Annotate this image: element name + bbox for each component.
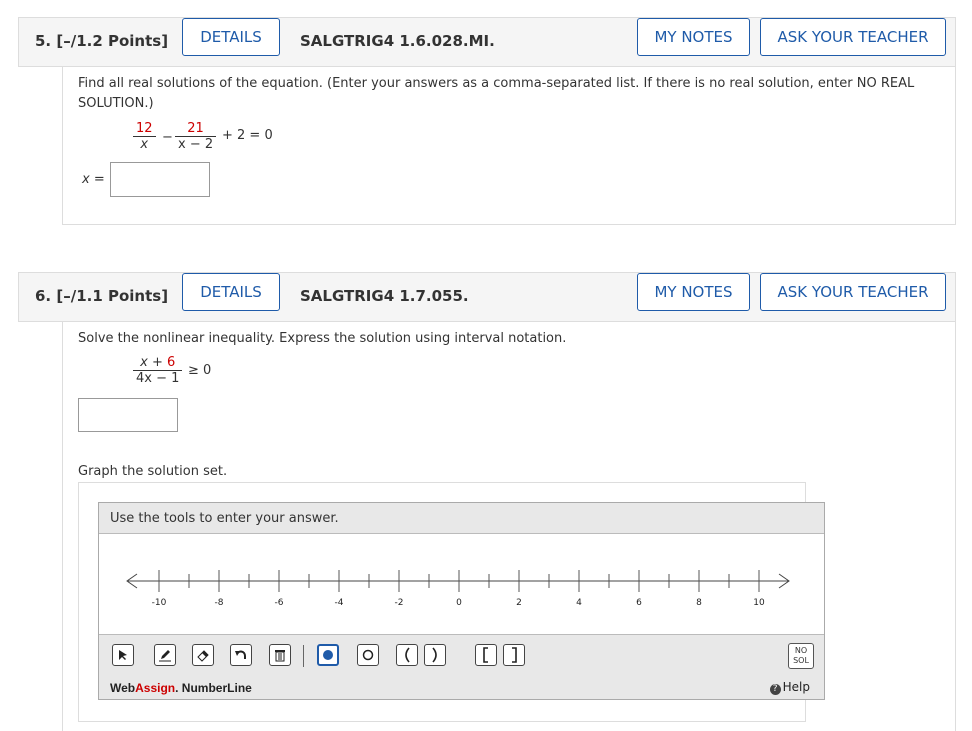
tick-label: 0 xyxy=(456,598,462,608)
closed-dot-icon[interactable] xyxy=(317,644,339,666)
tick-label: 8 xyxy=(696,598,702,608)
tick-label: 4 xyxy=(576,598,582,608)
q5-frac2: 21 x − 2 xyxy=(175,121,217,152)
numberline-instruction-bar: Use the tools to enter your answer. xyxy=(99,503,824,534)
pointer-icon[interactable] xyxy=(112,644,134,666)
q5-frac1: 12 x xyxy=(133,121,156,152)
webassign-logo: WebAssign. NumberLine xyxy=(110,681,252,695)
no-solution-button[interactable]: NO SOL xyxy=(788,643,814,669)
tick-label: -8 xyxy=(215,598,224,608)
q6-answer-input[interactable] xyxy=(78,398,178,432)
q6-header: 6. [–/1.1 Points] DETAILS SALGTRIG4 1.7.… xyxy=(18,272,956,322)
q6-prompt: Solve the nonlinear inequality. Express … xyxy=(78,331,567,346)
left-paren-icon[interactable] xyxy=(396,644,418,666)
q6-points: 6. [–/1.1 Points] xyxy=(35,287,169,305)
open-dot-icon[interactable] xyxy=(357,644,379,666)
q5-code: SALGTRIG4 1.6.028.MI. xyxy=(300,32,495,50)
eraser-icon[interactable] xyxy=(192,644,214,666)
undo-icon[interactable] xyxy=(230,644,252,666)
q6-my-notes-button[interactable]: MY NOTES xyxy=(637,273,750,311)
tick-label: 2 xyxy=(516,598,522,608)
left-bracket-icon[interactable] xyxy=(475,644,497,666)
q5-details-button[interactable]: DETAILS xyxy=(182,18,280,56)
right-bracket-icon[interactable] xyxy=(503,644,525,666)
help-link[interactable]: ? Help xyxy=(769,680,810,695)
toolbar-divider xyxy=(303,645,304,667)
numberline-instruction: Use the tools to enter your answer. xyxy=(110,511,339,526)
numberline-widget: Use the tools to enter your answer. -10-… xyxy=(98,502,825,700)
q5-answer-input[interactable] xyxy=(110,162,210,197)
q5-header: 5. [–/1.2 Points] DETAILS SALGTRIG4 1.6.… xyxy=(18,17,956,67)
q6-ask-teacher-button[interactable]: ASK YOUR TEACHER xyxy=(760,273,946,311)
numberline-footer: WebAssign. NumberLine ? Help xyxy=(99,676,824,699)
q5-ask-teacher-button[interactable]: ASK YOUR TEACHER xyxy=(760,18,946,56)
tick-label: -10 xyxy=(152,598,167,608)
q5-answer-label: x = xyxy=(82,172,105,187)
help-icon: ? xyxy=(769,684,781,695)
tick-label: -2 xyxy=(395,598,404,608)
numberline-toolbar: NO SOL xyxy=(99,634,824,679)
q6-details-button[interactable]: DETAILS xyxy=(182,273,280,311)
number-line-axis[interactable]: -10 -8 -6 -4 -2 0 2 4 6 8 10 xyxy=(99,534,824,634)
q5-eq-rest: + 2 = 0 xyxy=(222,128,273,143)
tick-label: 10 xyxy=(753,598,765,608)
q5-points: 5. [–/1.2 Points] xyxy=(35,32,169,50)
q6-code: SALGTRIG4 1.7.055. xyxy=(300,287,469,305)
tick-label: 6 xyxy=(636,598,642,608)
q5-prompt: Find all real solutions of the equation.… xyxy=(78,76,915,111)
q6-frac: x + 6 4x − 1 xyxy=(133,355,183,386)
q6-graph-prompt: Graph the solution set. xyxy=(78,464,228,479)
q5-minus: − xyxy=(162,130,173,145)
tick-label: -6 xyxy=(275,598,284,608)
right-paren-icon[interactable] xyxy=(424,644,446,666)
q6-relation: ≥ 0 xyxy=(188,363,212,378)
q5-my-notes-button[interactable]: MY NOTES xyxy=(637,18,750,56)
tick-label: -4 xyxy=(335,598,344,608)
trash-icon[interactable] xyxy=(269,644,291,666)
pencil-icon[interactable] xyxy=(154,644,176,666)
